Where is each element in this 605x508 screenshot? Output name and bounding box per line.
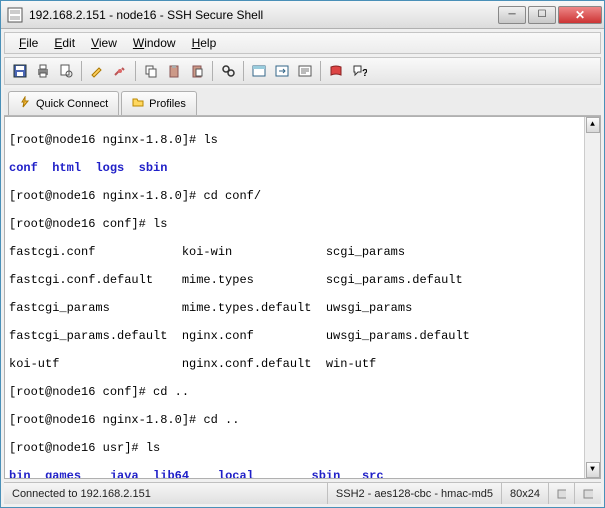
scroll-up-icon[interactable]: ▲ bbox=[586, 117, 600, 133]
toolbar: ? bbox=[4, 57, 601, 85]
lightning-icon bbox=[19, 96, 31, 111]
whats-this-icon[interactable]: ? bbox=[348, 60, 370, 82]
disconnect-icon[interactable] bbox=[109, 60, 131, 82]
tabbar: Quick Connect Profiles bbox=[4, 88, 601, 116]
status-connected: Connected to 192.168.2.151 bbox=[4, 483, 328, 504]
toolbar-separator bbox=[243, 61, 244, 81]
close-button[interactable]: ✕ bbox=[558, 6, 602, 24]
status-termsize: 80x24 bbox=[502, 483, 549, 504]
find-icon[interactable] bbox=[217, 60, 239, 82]
copy-icon[interactable] bbox=[140, 60, 162, 82]
menu-file[interactable]: File bbox=[11, 34, 46, 52]
scroll-down-icon[interactable]: ▼ bbox=[586, 462, 600, 478]
titlebar: 192.168.2.151 - node16 - SSH Secure Shel… bbox=[1, 1, 604, 29]
new-file-transfer-icon[interactable] bbox=[271, 60, 293, 82]
toolbar-separator bbox=[135, 61, 136, 81]
settings-icon[interactable] bbox=[294, 60, 316, 82]
status-cipher: SSH2 - aes128-cbc - hmac-md5 bbox=[328, 483, 502, 504]
status-indicator-2 bbox=[575, 483, 601, 504]
print-icon[interactable] bbox=[32, 60, 54, 82]
quick-connect-label: Quick Connect bbox=[36, 98, 108, 110]
clipboard-icon[interactable] bbox=[186, 60, 208, 82]
save-icon[interactable] bbox=[9, 60, 31, 82]
menu-view[interactable]: View bbox=[83, 34, 125, 52]
file: koi-utf nginx.conf.default win-utf bbox=[9, 357, 376, 371]
file: fastcgi_params mime.types.default uwsgi_… bbox=[9, 301, 412, 315]
folder-icon bbox=[132, 96, 144, 111]
print-preview-icon[interactable] bbox=[55, 60, 77, 82]
paste-icon[interactable] bbox=[163, 60, 185, 82]
minimize-button[interactable]: ─ bbox=[498, 6, 526, 24]
menubar: File Edit View Window Help bbox=[4, 32, 601, 54]
profiles-label: Profiles bbox=[149, 98, 186, 110]
svg-text:?: ? bbox=[362, 68, 367, 79]
window-title: 192.168.2.151 - node16 - SSH Secure Shel… bbox=[29, 8, 496, 22]
app-window: 192.168.2.151 - node16 - SSH Secure Shel… bbox=[0, 0, 605, 508]
app-icon bbox=[7, 7, 23, 23]
toolbar-separator bbox=[212, 61, 213, 81]
help-book-icon[interactable] bbox=[325, 60, 347, 82]
file: fastcgi.conf.default mime.types scgi_par… bbox=[9, 273, 463, 287]
quick-connect-tab[interactable]: Quick Connect bbox=[8, 91, 119, 115]
status-indicator-1 bbox=[549, 483, 575, 504]
statusbar: Connected to 192.168.2.151 SSH2 - aes128… bbox=[4, 482, 601, 504]
menu-window[interactable]: Window bbox=[125, 34, 184, 52]
new-terminal-icon[interactable] bbox=[248, 60, 270, 82]
menu-edit[interactable]: Edit bbox=[46, 34, 83, 52]
scrollbar[interactable]: ▲ ▼ bbox=[584, 117, 600, 478]
file: fastcgi_params.default nginx.conf uwsgi_… bbox=[9, 329, 470, 343]
maximize-button[interactable]: ☐ bbox=[528, 6, 556, 24]
file: fastcgi.conf koi-win scgi_params bbox=[9, 245, 405, 259]
toolbar-separator bbox=[81, 61, 82, 81]
connect-icon[interactable] bbox=[86, 60, 108, 82]
menu-help[interactable]: Help bbox=[184, 34, 225, 52]
toolbar-separator bbox=[320, 61, 321, 81]
profiles-tab[interactable]: Profiles bbox=[121, 91, 197, 115]
window-controls: ─ ☐ ✕ bbox=[496, 6, 602, 24]
terminal[interactable]: [root@node16 nginx-1.8.0]# ls conf html … bbox=[4, 116, 601, 479]
